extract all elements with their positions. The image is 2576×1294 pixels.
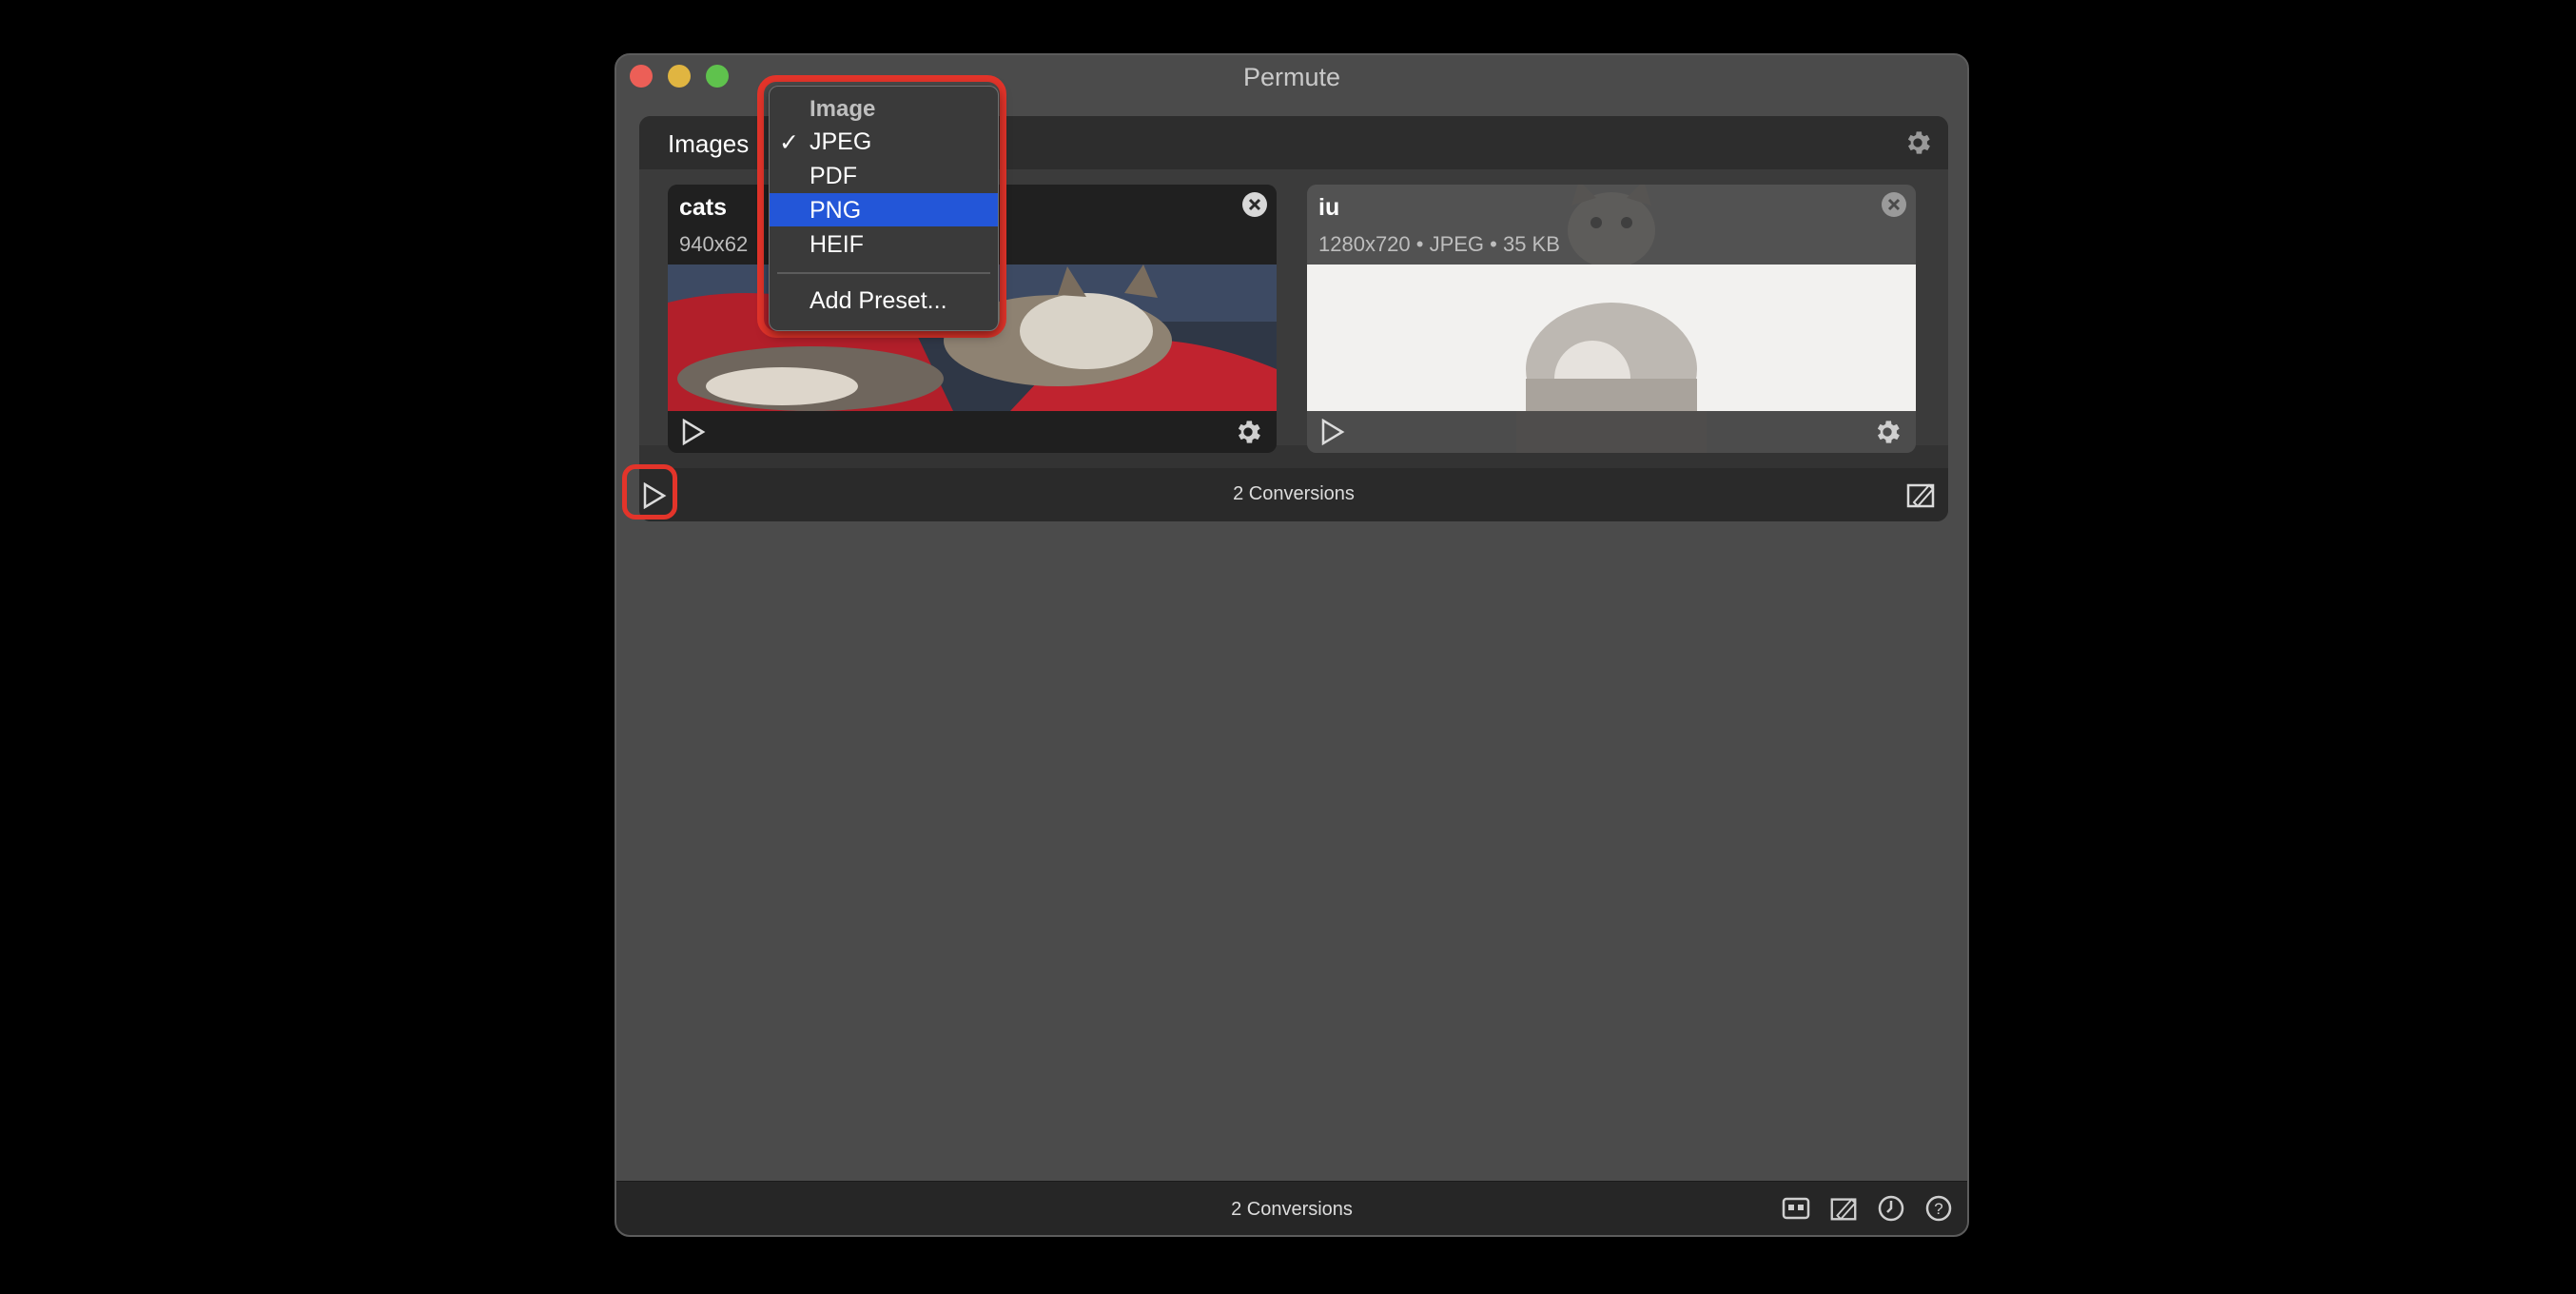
menu-section-header: Image (810, 96, 876, 122)
gear-icon[interactable] (1903, 127, 1933, 158)
svg-text:?: ? (1934, 1200, 1942, 1218)
help-icon[interactable]: ? (1923, 1193, 1954, 1224)
iu-thumbnail (1307, 265, 1916, 411)
remove-icon[interactable] (1240, 190, 1269, 219)
gear-icon[interactable] (1233, 417, 1263, 447)
format-dropdown-menu: Image ✓ JPEG PDF PNG HEIF Add Preset... (769, 86, 999, 331)
group-footer: 2 Conversions (639, 468, 1948, 521)
play-icon[interactable] (1320, 418, 1345, 446)
menu-item-png[interactable]: PNG (770, 193, 998, 226)
card-title: cats (679, 194, 728, 221)
menu-item-jpeg[interactable]: ✓ JPEG (770, 125, 998, 158)
card-title: iu (1318, 194, 1340, 221)
status-conversions-count: 2 Conversions (1231, 1199, 1353, 1220)
menu-item-pdf[interactable]: PDF (770, 159, 998, 192)
checkmark-icon: ✓ (779, 129, 799, 156)
menu-separator (777, 272, 990, 274)
gear-icon[interactable] (1872, 417, 1903, 447)
edit-icon[interactable] (1904, 480, 1937, 510)
queue-icon[interactable] (1781, 1193, 1811, 1224)
card-footer (668, 411, 1277, 453)
group-format-selector[interactable]: Images (668, 129, 749, 159)
history-icon[interactable] (1876, 1193, 1906, 1224)
remove-icon[interactable] (1880, 190, 1908, 219)
group-conversions-count: 2 Conversions (1233, 483, 1355, 504)
conversion-card[interactable]: iu 1280x720 • JPEG • 35 KB (1307, 185, 1916, 453)
play-icon (643, 482, 667, 509)
play-icon[interactable] (681, 418, 706, 446)
status-icons: ? (1781, 1193, 1954, 1224)
menu-item-heif[interactable]: HEIF (770, 227, 998, 261)
card-footer (1307, 411, 1916, 453)
card-header: iu 1280x720 • JPEG • 35 KB (1307, 185, 1916, 265)
status-bar: 2 Conversions ? (616, 1181, 1967, 1235)
card-info: 940x62 (679, 232, 749, 256)
edit-icon[interactable] (1828, 1193, 1859, 1224)
menu-item-add-preset[interactable]: Add Preset... (770, 284, 998, 317)
convert-all-button[interactable] (622, 464, 677, 520)
card-info: 1280x720 • JPEG • 35 KB (1318, 232, 1560, 256)
